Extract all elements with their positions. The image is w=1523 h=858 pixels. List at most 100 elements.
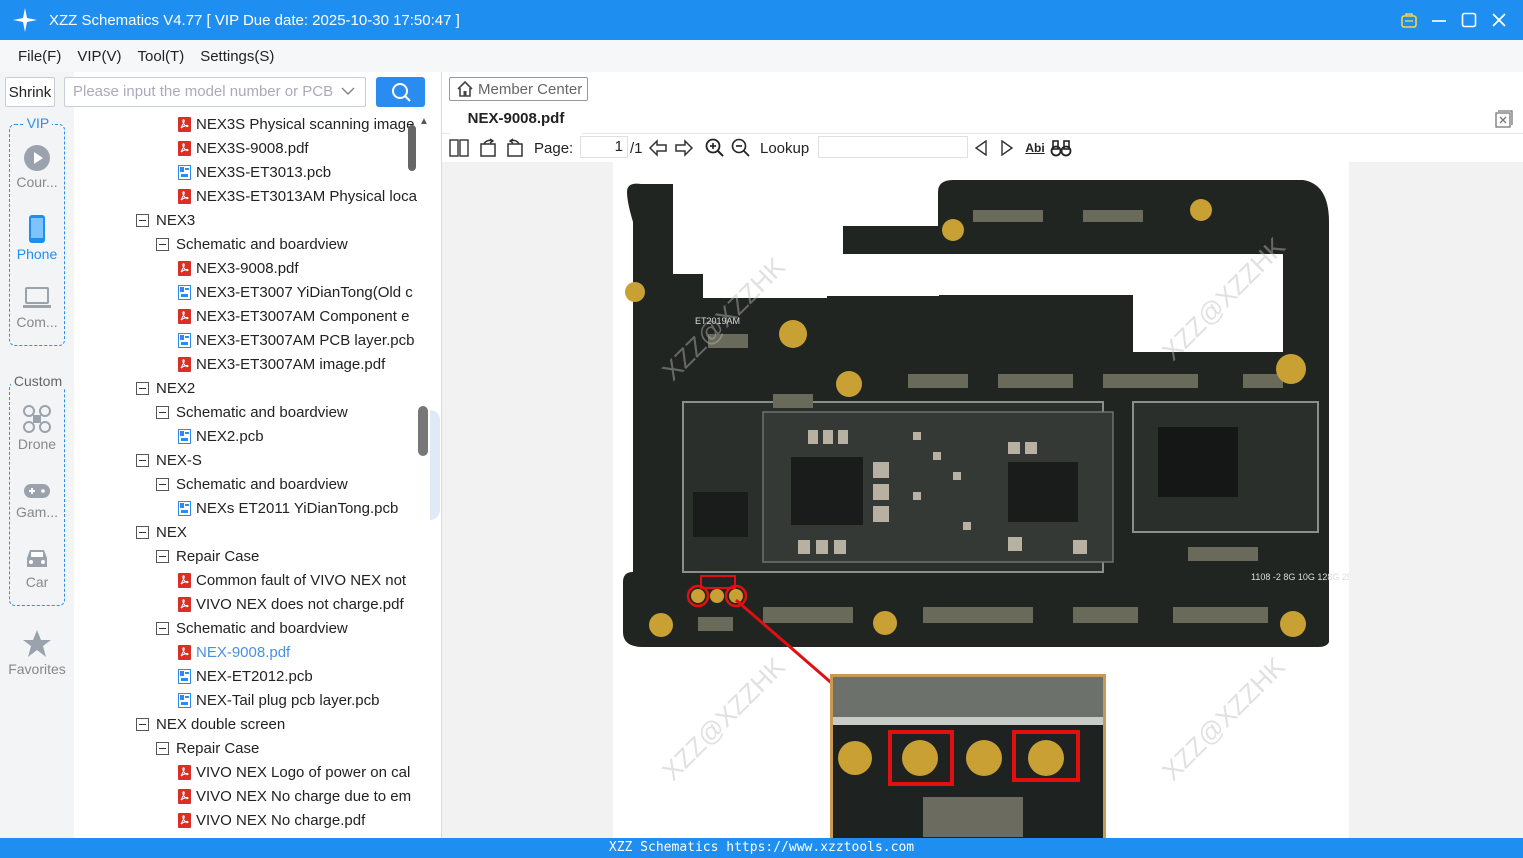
collapse-icon[interactable] xyxy=(156,405,169,419)
rail-item-label: Gam... xyxy=(15,504,58,520)
scroll-up-arrow[interactable]: ▲ xyxy=(419,116,429,127)
tree-label: VIVO NEX does not charge.pdf xyxy=(196,595,404,613)
tab-nex-9008[interactable]: NEX-9008.pdf xyxy=(450,104,582,134)
tree-file[interactable]: NEX3-ET3007AM PCB layer.pcb xyxy=(177,328,414,352)
tree-folder[interactable]: Schematic and boardview xyxy=(156,616,348,640)
tree-file[interactable]: NEX3-9008.pdf xyxy=(177,256,299,280)
rail-item-label: Favorites xyxy=(8,661,66,677)
tree-file[interactable]: NEX-ET2012.pcb xyxy=(177,664,313,688)
tree-file[interactable]: NEX-9008.pdf xyxy=(177,640,290,664)
next-page-icon[interactable] xyxy=(674,137,694,159)
search-input[interactable]: Please input the model number or PCB xyxy=(64,77,366,107)
close-button[interactable] xyxy=(1489,6,1509,34)
document-tabbar: NEX-9008.pdf xyxy=(442,104,1523,134)
collapse-icon[interactable] xyxy=(156,237,169,251)
tree-file[interactable]: NEX3S-ET3013AM Physical loca xyxy=(177,184,417,208)
menu-vip[interactable]: VIP(V) xyxy=(77,48,121,65)
tree-file[interactable]: NEXs ET2011 YiDianTong.pcb xyxy=(177,496,398,520)
tree-file[interactable]: VIVO NEX No charge due to em xyxy=(177,784,411,808)
member-center-button[interactable]: Member Center xyxy=(449,77,588,101)
find-next-icon[interactable] xyxy=(999,137,1015,159)
tree-folder[interactable]: NEX2 xyxy=(136,376,195,400)
tree-folder[interactable]: NEX xyxy=(136,520,187,544)
search-button[interactable] xyxy=(376,77,425,107)
tree-folder[interactable]: NEX-S xyxy=(136,448,202,472)
rail-item-drone[interactable]: Drone xyxy=(0,404,74,452)
rail-item-courses[interactable]: Cour... xyxy=(0,144,74,190)
tree-file[interactable]: NEX3-ET3007AM image.pdf xyxy=(177,352,385,376)
rotate-left-icon[interactable] xyxy=(478,137,498,159)
rail-item-favorites[interactable]: Favorites xyxy=(0,629,74,677)
board-image: ET2019AM 1108 -2 8G 10G 128G 256G XZZ@XZ… xyxy=(623,180,1349,838)
tree-folder[interactable]: NEX3 xyxy=(136,208,195,232)
maximize-button[interactable] xyxy=(1459,6,1479,34)
tree-folder[interactable]: Schematic and boardview xyxy=(156,400,348,424)
find-prev-icon[interactable] xyxy=(973,137,989,159)
tree-file[interactable]: NEX3-ET3007AM Component e xyxy=(177,304,409,328)
tree-folder[interactable]: Repair Case xyxy=(156,544,259,568)
tree-label: NEX3S-ET3013.pcb xyxy=(196,163,332,181)
tree-label: NEX3-ET3007 YiDianTong(Old c xyxy=(196,283,413,301)
two-page-icon[interactable] xyxy=(449,137,469,159)
collapse-icon[interactable] xyxy=(136,213,149,227)
tree-folder[interactable]: Schematic and boardview xyxy=(156,472,348,496)
tree-folder[interactable]: Schematic and boardview xyxy=(156,232,348,256)
pdf-file-icon xyxy=(177,188,191,204)
tree-file[interactable]: NEX3S-9008.pdf xyxy=(177,136,309,160)
tree-file[interactable]: VIVO NEX Logo of power on cal xyxy=(177,760,410,784)
collapse-icon[interactable] xyxy=(136,453,149,467)
shrink-button[interactable]: Shrink xyxy=(5,77,55,107)
prev-page-icon[interactable] xyxy=(648,137,668,159)
tree-label: NEX2 xyxy=(156,379,196,397)
tree-file[interactable]: VIVO NEX does not charge.pdf xyxy=(177,592,404,616)
collapse-icon[interactable] xyxy=(156,477,169,491)
tree-folder[interactable]: Repair Case xyxy=(156,736,259,760)
zoom-out-icon[interactable] xyxy=(731,137,751,159)
title-bar: XZZ Schematics V4.77 [ VIP Due date: 202… xyxy=(0,0,1523,40)
menu-tool[interactable]: Tool(T) xyxy=(138,48,185,65)
rail-item-phone[interactable]: Phone xyxy=(0,214,74,262)
binoculars-icon[interactable] xyxy=(1050,137,1072,159)
collapse-icon[interactable] xyxy=(156,621,169,635)
tree-label: NEX xyxy=(156,523,187,541)
play-icon xyxy=(24,145,50,171)
match-case-icon[interactable]: Abi xyxy=(1024,137,1046,159)
tree-file[interactable]: NEX3S-ET3013.pcb xyxy=(177,160,331,184)
collapse-icon[interactable] xyxy=(156,741,169,755)
collapse-icon[interactable] xyxy=(156,549,169,563)
menu-settings[interactable]: Settings(S) xyxy=(200,48,274,65)
rotate-right-icon[interactable] xyxy=(505,137,525,159)
rail-item-computer[interactable]: Com... xyxy=(0,286,74,330)
tree-file[interactable]: NEX2.pcb xyxy=(177,424,264,448)
lookup-input[interactable] xyxy=(818,136,968,158)
pcb-file-icon xyxy=(177,332,191,348)
panel-splitter[interactable] xyxy=(418,406,428,456)
minimize-button[interactable] xyxy=(1429,6,1449,34)
tree-file[interactable]: Common fault of VIVO NEX not xyxy=(177,568,406,592)
rail-item-label: Cour... xyxy=(16,174,58,190)
pdf-file-icon xyxy=(177,596,191,612)
vip-group-title: VIP xyxy=(24,115,52,131)
tree-folder[interactable]: NEX double screen xyxy=(136,712,285,736)
chevron-down-icon[interactable] xyxy=(341,86,355,96)
rail-item-game[interactable]: Gam... xyxy=(0,480,74,520)
watermark-text: XZZ@XZZHK xyxy=(1156,651,1291,786)
pdf-page[interactable]: ET2019AM 1108 -2 8G 10G 128G 256G XZZ@XZ… xyxy=(613,162,1349,838)
vip-bag-icon[interactable] xyxy=(1399,6,1419,34)
close-tabs-icon[interactable] xyxy=(1495,110,1513,132)
tree-file[interactable]: NEX3S Physical scanning image xyxy=(177,112,414,136)
collapse-icon[interactable] xyxy=(136,717,149,731)
collapse-handle[interactable] xyxy=(430,410,440,520)
zoom-in-icon[interactable] xyxy=(705,137,725,159)
rail-item-car[interactable]: Car xyxy=(0,546,74,590)
collapse-icon[interactable] xyxy=(136,525,149,539)
pdf-file-icon xyxy=(177,356,191,372)
tree-file[interactable]: NEX3-ET3007 YiDianTong(Old c xyxy=(177,280,413,304)
collapse-icon[interactable] xyxy=(136,381,149,395)
tree-file[interactable]: VIVO NEX No charge.pdf xyxy=(177,808,365,832)
tree-scrollbar[interactable] xyxy=(408,125,416,171)
tree-file[interactable]: NEX-Tail plug pcb layer.pcb xyxy=(177,688,379,712)
tree-label: VIVO NEX No charge.pdf xyxy=(196,811,366,829)
menu-file[interactable]: File(F) xyxy=(18,48,61,65)
page-number-input[interactable]: 1 xyxy=(580,136,628,158)
